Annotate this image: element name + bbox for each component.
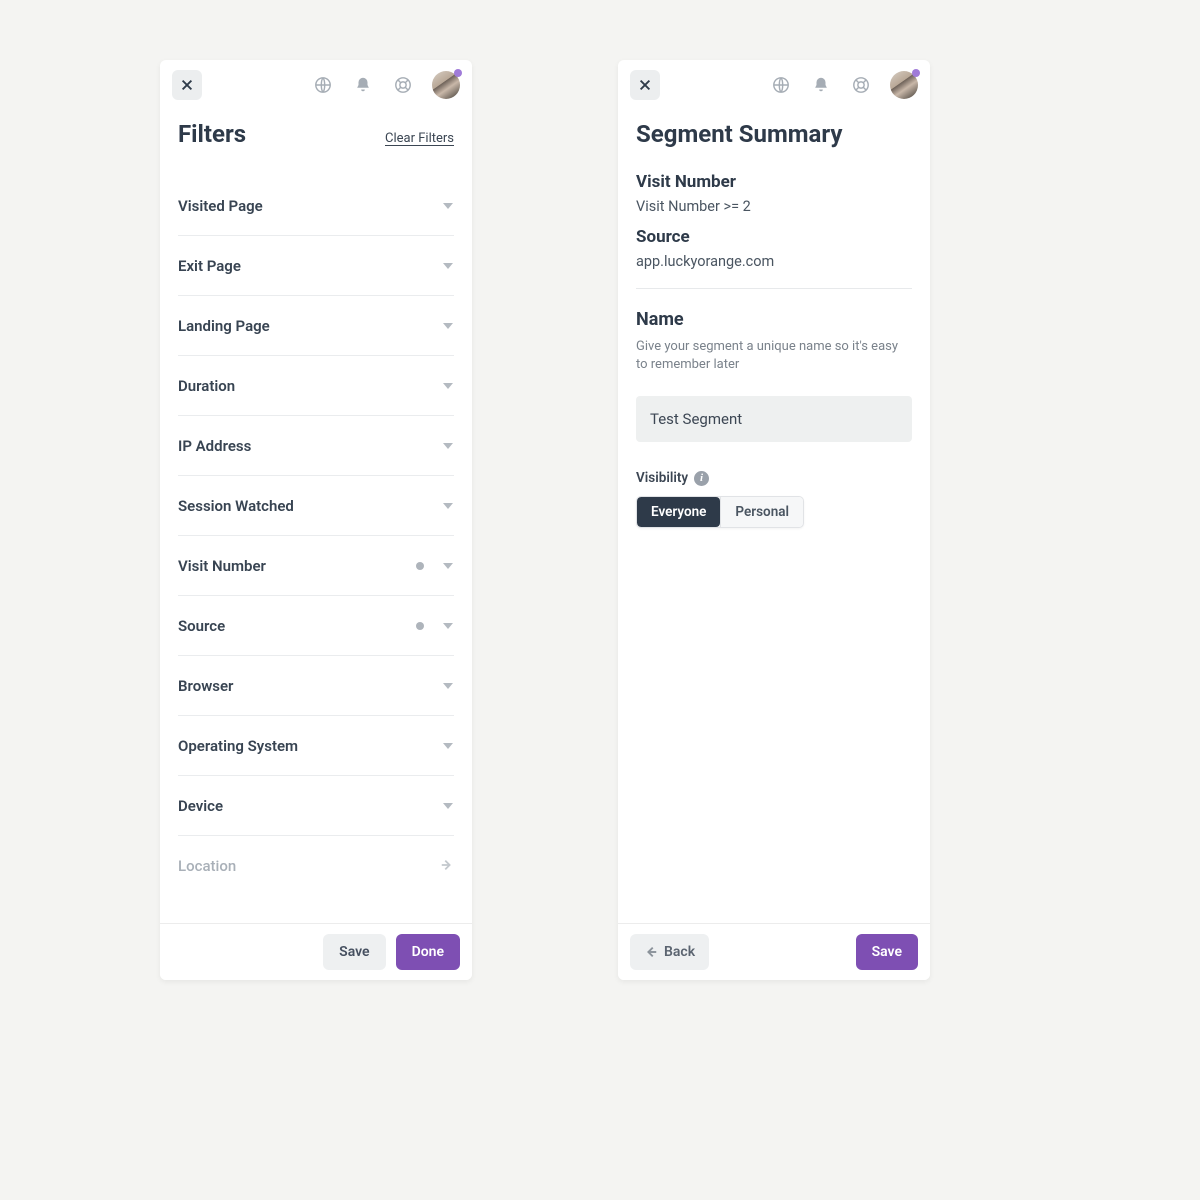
criterion-value: Visit Number >= 2 — [636, 198, 912, 215]
filter-duration[interactable]: Duration — [178, 356, 454, 416]
filter-label: Device — [178, 797, 442, 815]
filter-exit-page[interactable]: Exit Page — [178, 236, 454, 296]
filter-session-watched[interactable]: Session Watched — [178, 476, 454, 536]
filters-footer: Save Done — [160, 923, 472, 980]
filter-source[interactable]: Source — [178, 596, 454, 656]
chevron-down-icon — [442, 440, 454, 452]
filter-label: Source — [178, 617, 416, 635]
segment-footer: Back Save — [618, 923, 930, 980]
chevron-down-icon — [442, 800, 454, 812]
globe-icon[interactable] — [312, 74, 334, 96]
arrow-right-icon — [440, 857, 454, 876]
save-segment-button[interactable]: Save — [856, 934, 918, 970]
close-icon — [180, 78, 194, 92]
active-indicator-icon — [416, 562, 424, 570]
chevron-down-icon — [442, 620, 454, 632]
avatar[interactable] — [432, 71, 460, 99]
help-icon[interactable] — [850, 74, 872, 96]
chevron-down-icon — [442, 560, 454, 572]
visibility-label: Visibility — [636, 470, 688, 486]
bell-icon[interactable] — [352, 74, 374, 96]
filter-label: Exit Page — [178, 257, 442, 275]
visibility-option-personal[interactable]: Personal — [720, 497, 803, 527]
back-button[interactable]: Back — [630, 934, 709, 970]
avatar[interactable] — [890, 71, 918, 99]
filter-label: Browser — [178, 677, 442, 695]
filter-label: Duration — [178, 377, 442, 395]
filter-label: Operating System — [178, 737, 442, 755]
filter-landing-page[interactable]: Landing Page — [178, 296, 454, 356]
chevron-down-icon — [442, 200, 454, 212]
active-indicator-icon — [416, 622, 424, 630]
close-button[interactable] — [172, 70, 202, 100]
bell-icon[interactable] — [810, 74, 832, 96]
segment-name-input[interactable] — [636, 396, 912, 442]
filter-label: Landing Page — [178, 317, 442, 335]
chevron-down-icon — [442, 680, 454, 692]
visibility-option-everyone[interactable]: Everyone — [637, 497, 720, 527]
filter-visit-number[interactable]: Visit Number — [178, 536, 454, 596]
criterion-value: app.luckyorange.com — [636, 253, 912, 270]
chevron-down-icon — [442, 380, 454, 392]
segment-summary-title: Segment Summary — [636, 120, 912, 148]
filter-label: Session Watched — [178, 497, 442, 515]
filter-label: Visit Number — [178, 557, 416, 575]
filter-label: Location — [178, 857, 440, 875]
presence-indicator-icon — [454, 69, 462, 77]
criterion-heading: Visit Number — [636, 172, 912, 192]
chevron-down-icon — [442, 500, 454, 512]
filter-label: IP Address — [178, 437, 442, 455]
filter-operating-system[interactable]: Operating System — [178, 716, 454, 776]
criterion-heading: Source — [636, 227, 912, 247]
presence-indicator-icon — [912, 69, 920, 77]
appbar — [160, 60, 472, 106]
arrow-left-icon — [644, 945, 658, 959]
visibility-toggle: EveryonePersonal — [636, 496, 804, 528]
filter-location[interactable]: Location — [178, 836, 454, 896]
appbar — [618, 60, 930, 106]
help-icon[interactable] — [392, 74, 414, 96]
filters-panel: Filters Clear Filters Visited Page Exit P… — [160, 60, 472, 980]
filter-visited-page[interactable]: Visited Page — [178, 176, 454, 236]
chevron-down-icon — [442, 260, 454, 272]
close-button[interactable] — [630, 70, 660, 100]
segment-name-heading: Name — [636, 309, 912, 330]
chevron-down-icon — [442, 320, 454, 332]
close-icon — [638, 78, 652, 92]
info-icon[interactable]: i — [694, 471, 709, 486]
filters-title: Filters — [178, 120, 385, 148]
panel-header: Filters Clear Filters — [160, 106, 472, 154]
chevron-down-icon — [442, 740, 454, 752]
filter-browser[interactable]: Browser — [178, 656, 454, 716]
filter-label: Visited Page — [178, 197, 442, 215]
clear-filters-link[interactable]: Clear Filters — [385, 131, 454, 148]
segment-summary-panel: Segment Summary Visit NumberVisit Number… — [618, 60, 930, 980]
segment-name-description: Give your segment a unique name so it's … — [636, 338, 912, 374]
filter-ip-address[interactable]: IP Address — [178, 416, 454, 476]
segment-summary-body: Visit Number Visit Number >= 2 Source app.l… — [618, 154, 930, 923]
panel-header: Segment Summary — [618, 106, 930, 154]
done-button[interactable]: Done — [396, 934, 460, 970]
filter-list: Visited Page Exit Page Landing Page Duratio… — [160, 154, 472, 923]
globe-icon[interactable] — [770, 74, 792, 96]
save-button[interactable]: Save — [323, 934, 385, 970]
filter-device[interactable]: Device — [178, 776, 454, 836]
